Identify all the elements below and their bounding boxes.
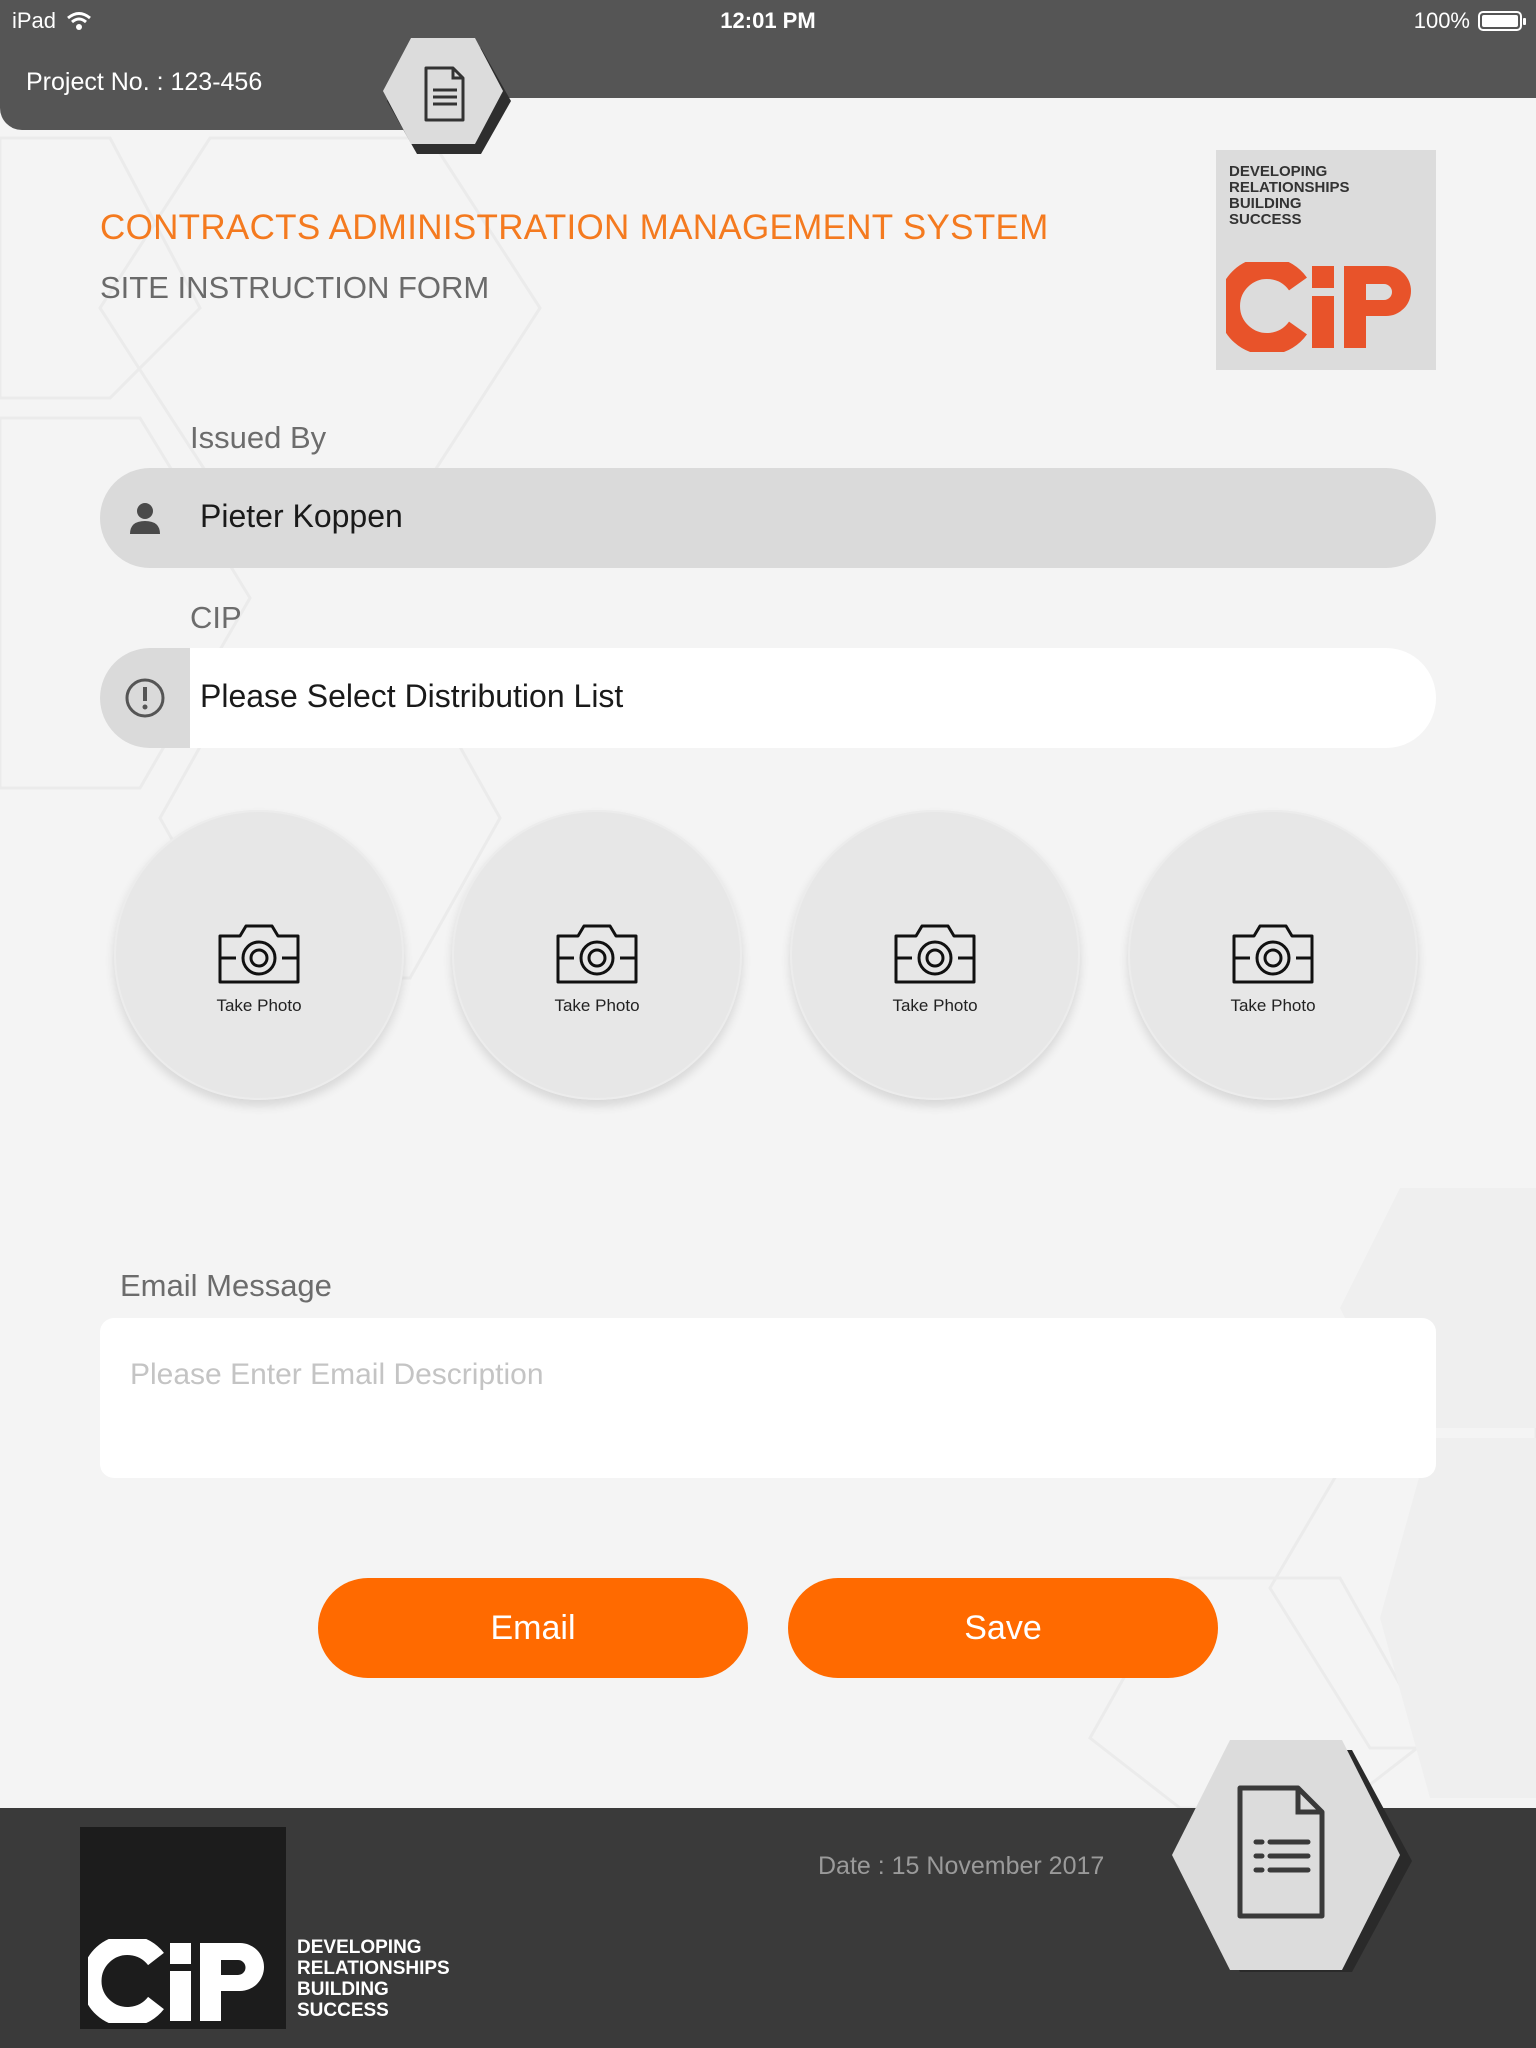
take-photo-button-3[interactable]: Take Photo: [790, 810, 1080, 1100]
email-button[interactable]: Email: [318, 1578, 748, 1678]
distribution-list-value: Please Select Distribution List: [200, 678, 624, 714]
email-placeholder: Please Enter Email Description: [130, 1358, 544, 1391]
footer-tagline: DEVELOPING RELATIONSHIPS BUILDING SUCCES…: [297, 1937, 450, 2021]
take-photo-label: Take Photo: [1230, 996, 1316, 1015]
footer-cip-logo: [80, 1827, 286, 2029]
battery-icon: [1478, 11, 1526, 31]
app-title: CONTRACTS ADMINISTRATION MANAGEMENT SYST…: [100, 208, 1049, 247]
issued-by-value: Pieter Koppen: [200, 498, 403, 534]
email-message-label: Email Message: [120, 1268, 332, 1303]
issued-by-field[interactable]: Pieter Koppen: [100, 468, 1436, 568]
camera-icon: [218, 924, 300, 984]
take-photo-button-1[interactable]: Take Photo: [114, 810, 404, 1100]
camera-icon: [1232, 924, 1314, 984]
take-photo-button-2[interactable]: Take Photo: [452, 810, 742, 1100]
cip-logo: DEVELOPING RELATIONSHIPS BUILDING SUCCES…: [1216, 150, 1436, 370]
document-list-icon[interactable]: [373, 34, 513, 156]
take-photo-label: Take Photo: [216, 996, 302, 1015]
form-title: SITE INSTRUCTION FORM: [100, 270, 490, 305]
cip-label: CIP: [190, 600, 242, 635]
person-icon: [100, 468, 190, 568]
clock: 12:01 PM: [720, 8, 816, 33]
take-photo-button-4[interactable]: Take Photo: [1128, 810, 1418, 1100]
logo-tagline: DEVELOPING RELATIONSHIPS BUILDING SUCCES…: [1229, 163, 1350, 228]
camera-icon: [894, 924, 976, 984]
status-bar: iPad 12:01 PM 100%: [0, 0, 1536, 40]
email-description-input[interactable]: Please Enter Email Description: [100, 1318, 1436, 1478]
battery-percent: 100%: [1413, 8, 1470, 33]
distribution-list-select[interactable]: Please Select Distribution List: [100, 648, 1436, 748]
footer-cip-wordmark: [88, 1939, 264, 2023]
status-right: 100%: [1413, 8, 1526, 34]
alert-circle-icon: [100, 648, 190, 748]
take-photo-label: Take Photo: [892, 996, 978, 1015]
save-button[interactable]: Save: [788, 1578, 1218, 1678]
issued-by-label: Issued By: [190, 420, 327, 455]
take-photo-label: Take Photo: [554, 996, 640, 1015]
project-number: Project No. : 123-456: [26, 68, 263, 96]
footer-date: Date : 15 November 2017: [818, 1852, 1105, 1880]
camera-icon: [556, 924, 638, 984]
cip-wordmark: [1226, 262, 1411, 352]
document-list-icon[interactable]: [1152, 1738, 1422, 1972]
